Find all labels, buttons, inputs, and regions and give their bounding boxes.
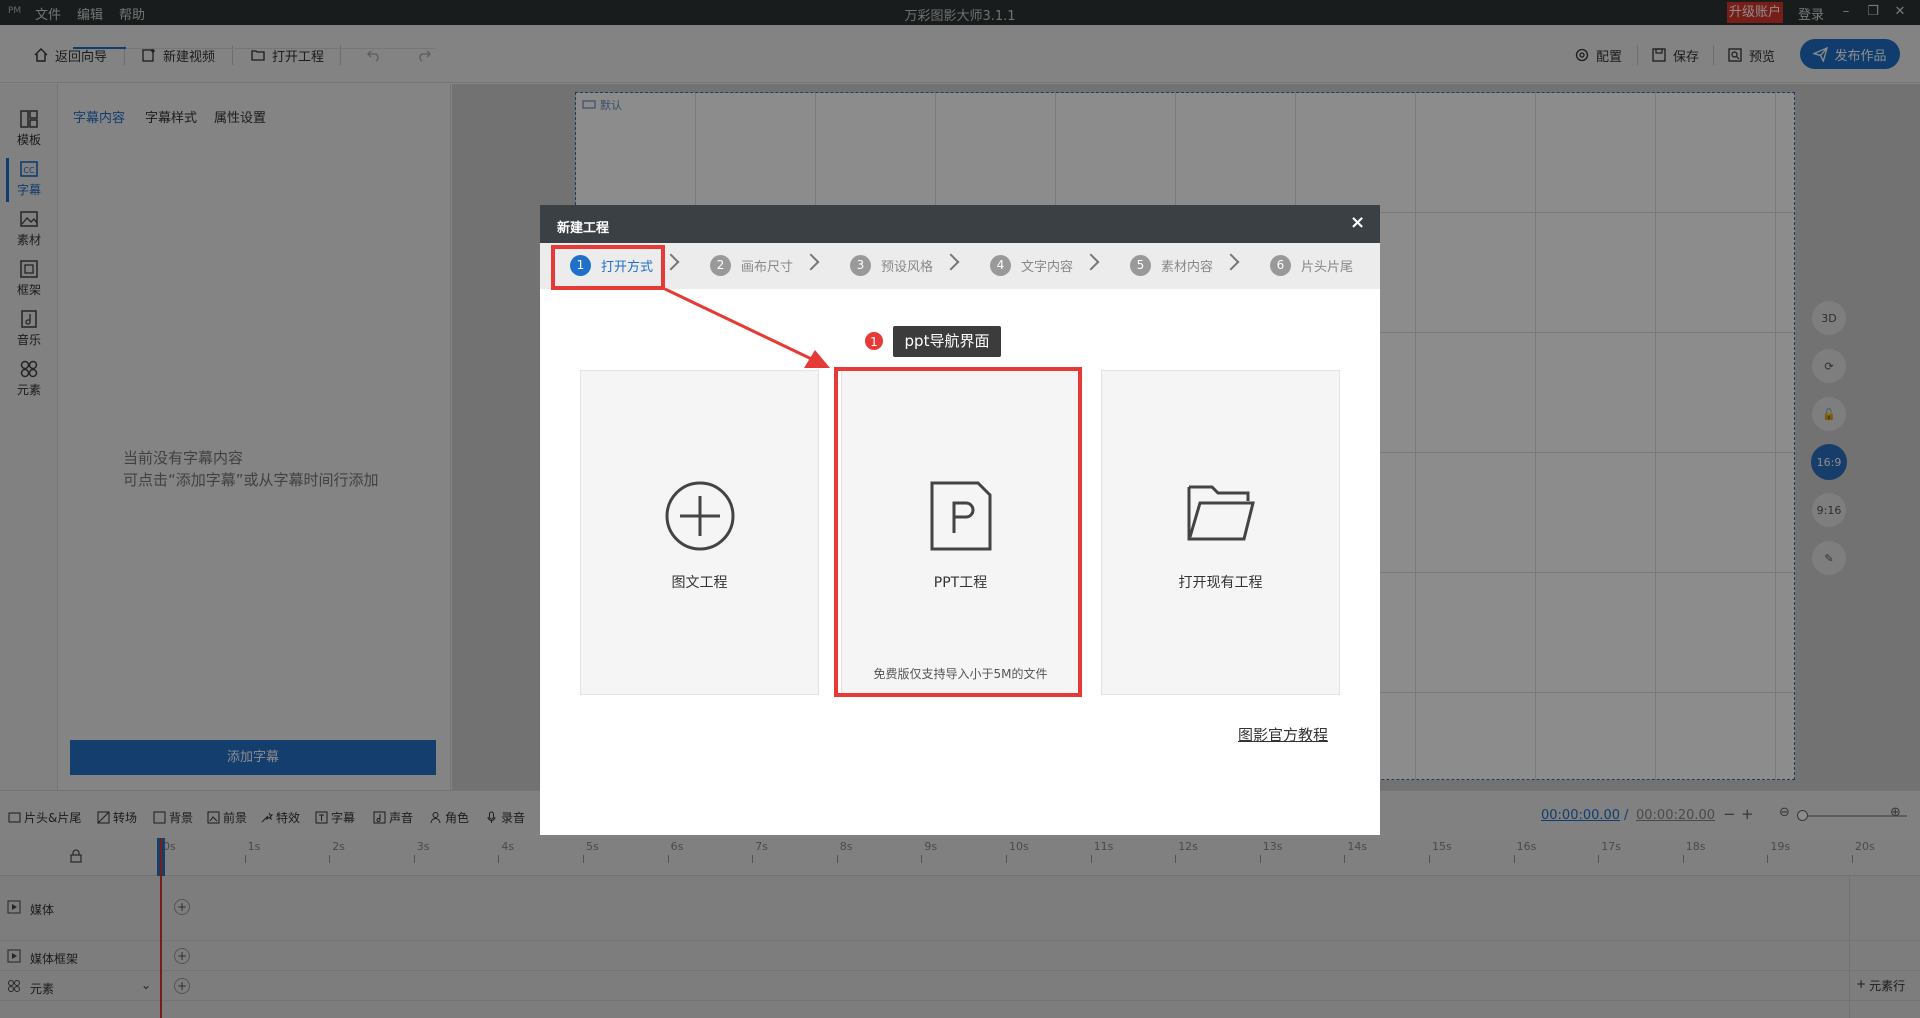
step-number: 2 [710, 255, 731, 276]
chevron-right-icon [802, 253, 820, 271]
step-label: 素材内容 [1161, 260, 1214, 275]
step-label: 文字内容 [1021, 260, 1074, 275]
folder-icon [1187, 485, 1255, 541]
step-label: 预设风格 [881, 260, 934, 275]
step-number: 3 [850, 255, 871, 276]
official-tutorial-link[interactable]: 图影官方教程 [1238, 724, 1328, 745]
wizard-steps: 1 打开方式 2 画布尺寸 3 预设风格 4 文字内容 5 素材内容 6 片头片尾 [540, 243, 1380, 289]
callout-label: ppt导航界面 [893, 326, 1001, 357]
chevron-right-icon [1222, 253, 1240, 271]
dialog-title: 新建工程 [557, 221, 610, 236]
plus-circle-icon [665, 481, 734, 551]
step-canvas-size[interactable]: 2 画布尺寸 [710, 255, 793, 276]
app-window: PM 文件 编辑 帮助 万彩图影大师3.1.1 升级账户 登录 – ❐ ✕ 返回… [0, 0, 1920, 1018]
step-number: 5 [1130, 255, 1151, 276]
chevron-right-icon [662, 253, 680, 271]
dialog-header: 新建工程 × [540, 205, 1380, 243]
callout-number-badge: 1 [864, 331, 884, 351]
step-intro-outro[interactable]: 6 片头片尾 [1270, 255, 1353, 276]
card-label: 打开现有工程 [1178, 575, 1263, 591]
open-existing-project-card[interactable]: 打开现有工程 [1101, 370, 1340, 695]
highlight-step-box [551, 245, 665, 290]
step-text-content[interactable]: 4 文字内容 [990, 255, 1073, 276]
chevron-right-icon [1082, 253, 1100, 271]
chevron-right-icon [942, 253, 960, 271]
step-preset-style[interactable]: 3 预设风格 [850, 255, 933, 276]
new-project-dialog: 新建工程 × 1 打开方式 2 画布尺寸 3 预设风格 4 文字内容 5 素材内容 6 片头… [540, 205, 1380, 835]
close-icon[interactable]: × [1350, 212, 1365, 233]
card-label: 图文工程 [671, 575, 728, 591]
step-label: 画布尺寸 [741, 260, 794, 275]
step-number: 6 [1270, 255, 1291, 276]
step-number: 4 [990, 255, 1011, 276]
step-material-content[interactable]: 5 素材内容 [1130, 255, 1213, 276]
image-text-project-card[interactable]: 图文工程 [580, 370, 819, 695]
step-label: 片头片尾 [1301, 260, 1354, 275]
highlight-ppt-box [834, 367, 1082, 697]
